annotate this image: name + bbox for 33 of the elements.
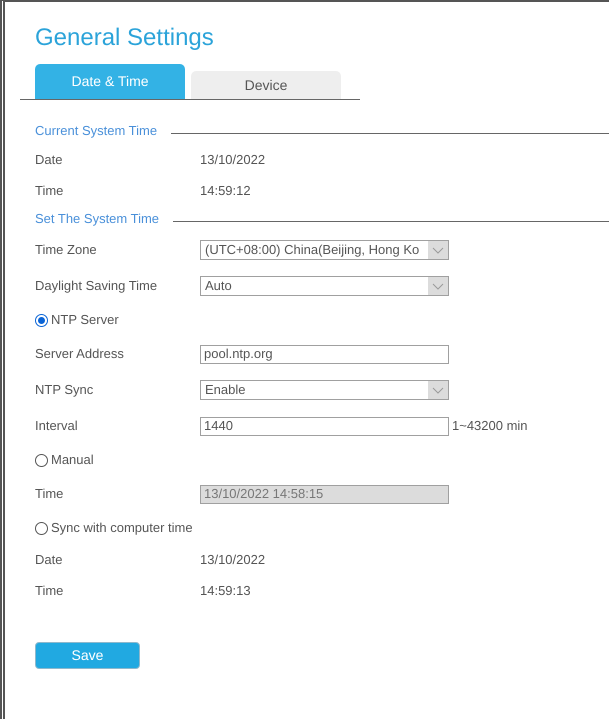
dropdown[interactable]: (UTC+08:00) China(Beijing, Hong Ko xyxy=(200,240,449,260)
radio-button[interactable] xyxy=(35,522,48,534)
field-label: Time Zone xyxy=(35,241,98,260)
tab[interactable]: Device xyxy=(191,71,341,99)
dropdown[interactable]: Enable xyxy=(200,380,449,400)
field-label: Daylight Saving Time xyxy=(35,277,158,296)
chevron-down-icon xyxy=(432,246,444,254)
radio-button[interactable] xyxy=(35,454,48,466)
field-value: 13/10/2022 xyxy=(200,550,266,569)
section-heading: Set The System Time xyxy=(35,210,160,228)
input-field[interactable]: 1440 xyxy=(200,416,449,436)
input-field[interactable]: pool.ntp.org xyxy=(200,344,449,364)
field-label: Interval xyxy=(35,417,79,436)
chevron-down-icon xyxy=(432,386,444,394)
field-value: 14:59:12 xyxy=(200,182,251,200)
radio-option[interactable]: Manual xyxy=(35,450,94,470)
field-label: Time xyxy=(35,485,64,504)
radio-option[interactable]: NTP Server xyxy=(35,310,119,330)
field-label: Date xyxy=(35,550,64,569)
field-label: NTP Sync xyxy=(35,381,94,400)
unit-hint: 1~43200 min xyxy=(452,417,528,436)
field-label: Time xyxy=(35,182,64,200)
dropdown[interactable]: Auto xyxy=(200,276,449,296)
field-label: Server Address xyxy=(35,345,125,364)
radio-option[interactable]: Sync with computer time xyxy=(35,518,193,538)
field-value: 13/10/2022 xyxy=(200,150,266,169)
section-heading: Current System Time xyxy=(35,122,158,140)
radio-button[interactable] xyxy=(35,314,48,326)
field-value: 14:59:13 xyxy=(200,582,251,600)
chevron-down-icon xyxy=(432,282,444,290)
page-title: General Settings xyxy=(35,23,214,53)
field-label: Time xyxy=(35,582,64,600)
field-label: Date xyxy=(35,150,64,169)
